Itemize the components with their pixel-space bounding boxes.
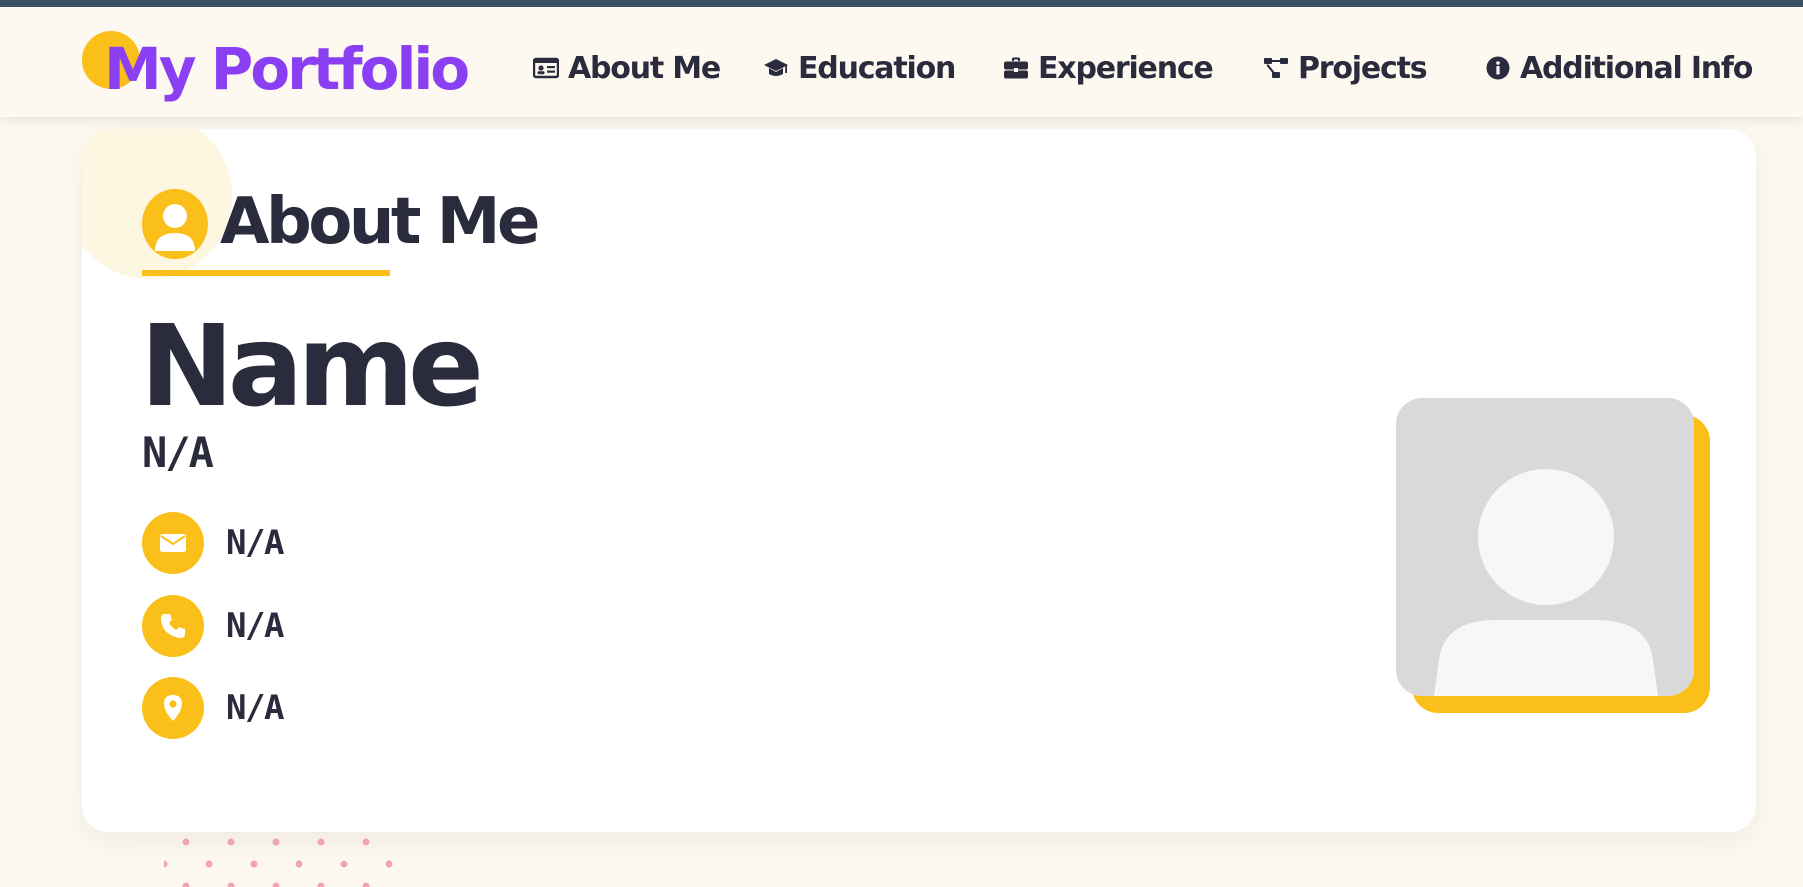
avatar-placeholder-icon bbox=[1434, 469, 1658, 696]
nav-projects[interactable]: Projects bbox=[1263, 45, 1428, 91]
top-strip bbox=[0, 0, 1803, 7]
contact-email: N/A bbox=[142, 512, 284, 574]
graduation-cap-icon bbox=[764, 59, 788, 76]
phone-value: N/A bbox=[226, 606, 284, 646]
nav-additional-info[interactable]: Additional Info bbox=[1485, 45, 1753, 91]
location-value: N/A bbox=[226, 688, 284, 728]
nav-experience[interactable]: Experience bbox=[1003, 45, 1214, 91]
user-circle-icon bbox=[142, 189, 208, 259]
nav-additional-info-label: Additional Info bbox=[1520, 50, 1753, 86]
name-value: N/A bbox=[142, 428, 214, 477]
name-heading: Name bbox=[140, 302, 484, 432]
nav-projects-label: Projects bbox=[1298, 50, 1428, 86]
nav-education[interactable]: Education bbox=[763, 45, 956, 91]
contact-phone: N/A bbox=[142, 595, 284, 657]
nav-about-me[interactable]: About Me bbox=[533, 45, 721, 91]
contact-location: N/A bbox=[142, 677, 284, 739]
section-underline bbox=[142, 270, 390, 276]
briefcase-icon bbox=[1004, 57, 1028, 79]
envelope-icon bbox=[142, 512, 204, 574]
project-diagram-icon bbox=[1264, 58, 1288, 78]
info-circle-icon bbox=[1486, 56, 1510, 80]
email-value: N/A bbox=[226, 523, 284, 563]
navbar: My Portfolio About Me Education Experien… bbox=[0, 7, 1803, 117]
about-me-card: About Me Name N/A N/A N/A N/A bbox=[82, 129, 1756, 832]
phone-icon bbox=[142, 595, 204, 657]
decorative-dots bbox=[164, 838, 393, 887]
map-marker-icon bbox=[142, 677, 204, 739]
nav-about-me-label: About Me bbox=[568, 50, 721, 86]
nav-education-label: Education bbox=[798, 50, 956, 86]
nav-experience-label: Experience bbox=[1038, 50, 1214, 86]
avatar bbox=[1396, 398, 1694, 696]
logo-text: My Portfolio bbox=[104, 35, 470, 103]
id-card-icon bbox=[533, 57, 559, 79]
section-title: About Me bbox=[220, 185, 540, 259]
